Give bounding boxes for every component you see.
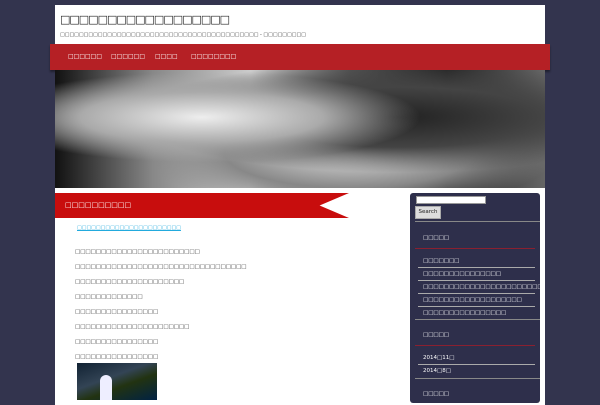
divider (418, 306, 535, 307)
site-title[interactable]: □□□□□□□□□□□□□□□□□□ (60, 13, 230, 26)
divider (415, 319, 540, 320)
recent-post-link[interactable]: □□□□□□□□□□□□□□□□ (423, 310, 506, 316)
recent-post-link[interactable]: □□□□□□□□□□□□□□□□□□□□□□□ (423, 284, 543, 290)
post-paragraph: □□□□□□□□□□□□□□□□□□□□□□□□□□□□□□□□□ (75, 264, 247, 270)
nav-item[interactable]: □□□□□□□□ (191, 53, 236, 60)
third-heading: □□□□□ (423, 391, 449, 397)
divider (415, 248, 535, 249)
nav-item[interactable]: □□□□ (155, 53, 178, 60)
archive-heading: □□□□□ (423, 332, 449, 338)
post-paragraph: □□□□□□□□□□□□□□□□ (75, 354, 159, 360)
search-button[interactable]: Search (415, 206, 441, 219)
divider (418, 267, 535, 268)
nav-item[interactable]: □□□□□□ (68, 53, 102, 60)
post-paragraph: □□□□□□□□□□□□□□□□ (75, 339, 159, 345)
post-title-ribbon: □□□□□□□□□□ (55, 193, 349, 218)
main-nav: □□□□□□ □□□□□□ □□□□ □□□□□□□□ (50, 44, 550, 70)
recent-post-link[interactable]: □□□□□□□□□□□□□□□ (423, 271, 501, 277)
header-banner-image (55, 70, 545, 188)
post-paragraph: □□□□□□□□□□□□□□□□ (75, 309, 159, 315)
recent-heading: □□□□□ (423, 235, 449, 241)
post-paragraph: □□□□□□□□□□□□□ (75, 294, 143, 300)
post-photo (77, 363, 157, 400)
divider (418, 280, 535, 281)
post-title: □□□□□□□□□□ (65, 201, 132, 209)
search-input[interactable] (416, 196, 486, 204)
swan-figure (100, 375, 112, 400)
divider (415, 345, 535, 346)
post-link[interactable]: □□□□□□□□□□□□□□□□□□□□□□ (77, 225, 181, 231)
divider (418, 293, 535, 294)
recent-post-link[interactable]: □□□□□□□□□□□□□□□□□□□ (423, 297, 522, 303)
archive-link[interactable]: 2014□11□ (423, 355, 454, 361)
post-paragraph: □□□□□□□□□□□□□□□□□□□□□□□□ (75, 249, 200, 255)
recent-post-link[interactable]: □□□□□□□ (423, 258, 459, 264)
archive-link[interactable]: 2014□8□ (423, 368, 451, 374)
divider (415, 221, 540, 222)
divider (418, 364, 535, 365)
post-paragraph: □□□□□□□□□□□□□□□□□□□□□ (75, 279, 185, 285)
divider (415, 378, 540, 379)
site-tagline: □□□□□□□□□□□□□□□□□□□□□□□□□□□□□□□□□□□□□□□□… (60, 32, 306, 38)
post-paragraph: □□□□□□□□□□□□□□□□□□□□□□ (75, 324, 190, 330)
nav-item[interactable]: □□□□□□ (111, 53, 145, 60)
